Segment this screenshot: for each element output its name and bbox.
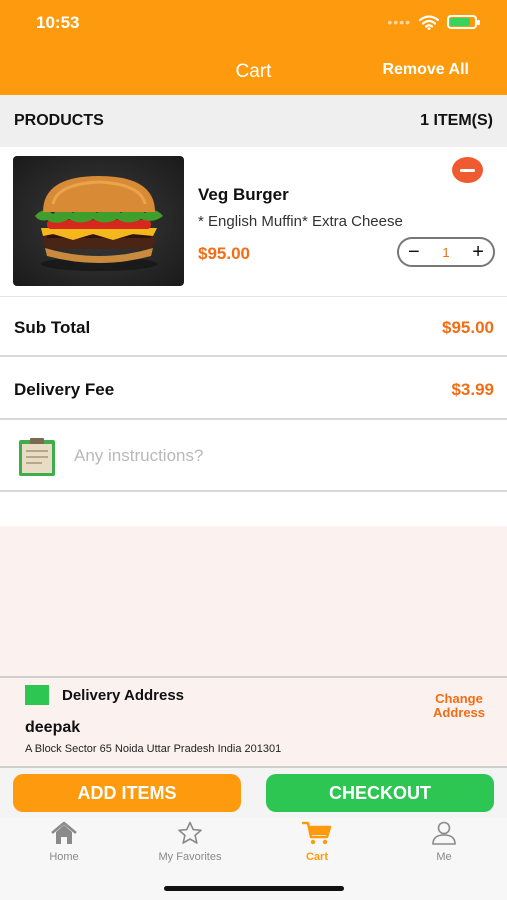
change-address-line1: Change: [435, 691, 483, 706]
instructions-input[interactable]: [74, 444, 474, 468]
tab-cart-label: Cart: [305, 851, 328, 863]
delivery-fee-value: $3.99: [451, 380, 494, 399]
product-name: Veg Burger: [198, 185, 289, 204]
checkout-button[interactable]: CHECKOUT: [266, 774, 494, 812]
home-icon: [51, 821, 77, 844]
remove-all-button[interactable]: Remove All: [382, 61, 469, 79]
change-address-button[interactable]: Change Address: [428, 692, 490, 720]
product-extras: * English Muffin* Extra Cheese: [198, 213, 403, 230]
address-checkbox[interactable]: [25, 685, 49, 705]
burger-image: [13, 156, 184, 286]
cart-item: Veg Burger * English Muffin* Extra Chees…: [0, 147, 507, 297]
decrement-button[interactable]: −: [408, 242, 420, 262]
signal-icon: ••••: [387, 14, 411, 30]
delivery-fee-label: Delivery Fee: [14, 380, 115, 399]
tab-me-label: Me: [436, 851, 452, 863]
home-indicator: [164, 886, 344, 891]
remove-item-icon[interactable]: [452, 157, 483, 183]
tab-favorites[interactable]: My Favorites: [127, 821, 253, 869]
delivery-address-title: Delivery Address: [62, 687, 185, 704]
person-icon: [432, 821, 456, 845]
products-header: PRODUCTS 1 ITEM(S): [0, 95, 507, 147]
subtotal-label: Sub Total: [14, 318, 91, 337]
address-name: deepak: [25, 719, 81, 736]
tab-home-label: Home: [49, 851, 79, 863]
battery-icon: [447, 15, 480, 29]
quantity-value: 1: [442, 244, 450, 260]
increment-button[interactable]: +: [472, 242, 484, 262]
instructions-row: [0, 422, 507, 492]
delivery-address-section: Delivery Address Change Address deepak A…: [0, 676, 507, 766]
status-time: 10:53: [36, 13, 80, 32]
items-count: 1 ITEM(S): [420, 112, 493, 129]
tab-favorites-label: My Favorites: [158, 851, 222, 863]
tab-home[interactable]: Home: [1, 821, 127, 869]
status-indicators: ••••: [387, 14, 480, 30]
add-items-button[interactable]: ADD ITEMS: [13, 774, 241, 812]
delivery-fee-row: Delivery Fee $3.99: [0, 359, 507, 420]
quantity-stepper: − 1 +: [397, 237, 495, 267]
product-price: $95.00: [198, 244, 250, 263]
app-header: 10:53 •••• Cart Remove All: [0, 0, 507, 95]
star-icon: [178, 821, 202, 844]
empty-area: [0, 526, 507, 676]
subtotal-row: Sub Total $95.00: [0, 297, 507, 357]
change-address-line2: Address: [432, 705, 486, 720]
cart-icon: [302, 821, 332, 845]
products-label: PRODUCTS: [14, 112, 104, 129]
wifi-icon: [419, 14, 439, 30]
tab-cart[interactable]: Cart: [254, 821, 380, 869]
actions-bar: ADD ITEMS CHECKOUT: [0, 766, 507, 818]
subtotal-value: $95.00: [442, 318, 494, 337]
tab-me[interactable]: Me: [381, 821, 507, 869]
clipboard-icon: [19, 438, 55, 476]
address-line: A Block Sector 65 Noida Uttar Pradesh In…: [25, 743, 282, 755]
